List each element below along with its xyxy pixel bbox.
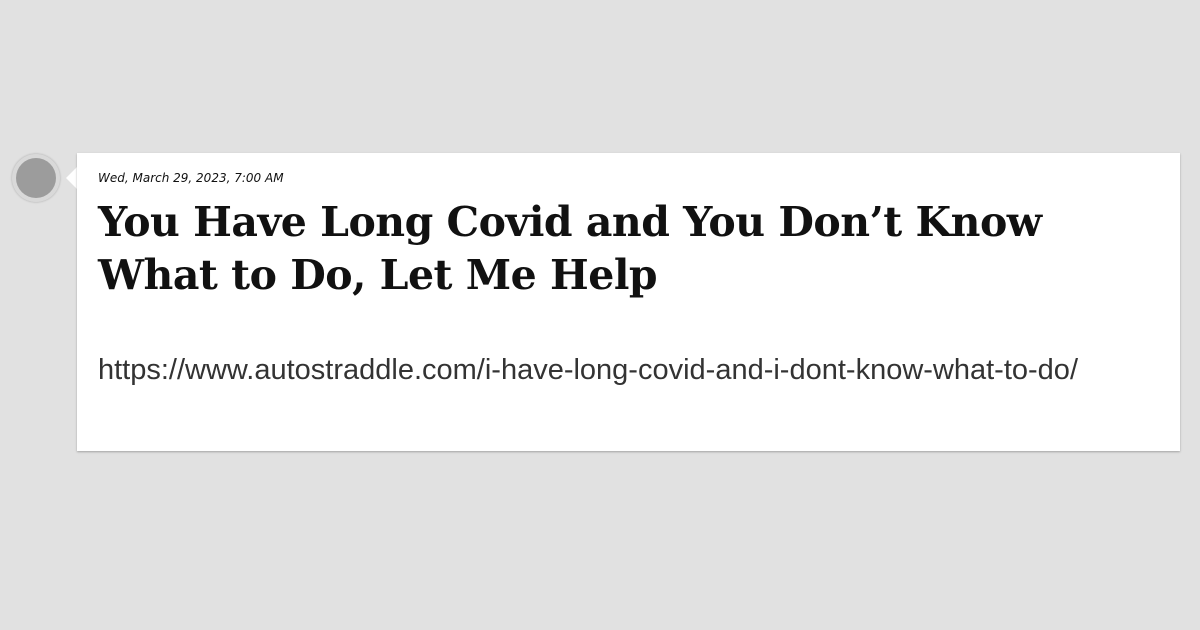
avatar[interactable] bbox=[12, 154, 60, 202]
post-link[interactable]: https://www.autostraddle.com/i-have-long… bbox=[98, 351, 1160, 389]
post-timestamp: Wed, March 29, 2023, 7:00 AM bbox=[98, 171, 284, 185]
speech-pointer bbox=[66, 167, 77, 189]
avatar-placeholder-icon bbox=[16, 158, 56, 198]
post-title: You Have Long Covid and You Don’t Know W… bbox=[98, 198, 1042, 299]
post-card: Wed, March 29, 2023, 7:00 AM You Have Lo… bbox=[77, 153, 1180, 451]
